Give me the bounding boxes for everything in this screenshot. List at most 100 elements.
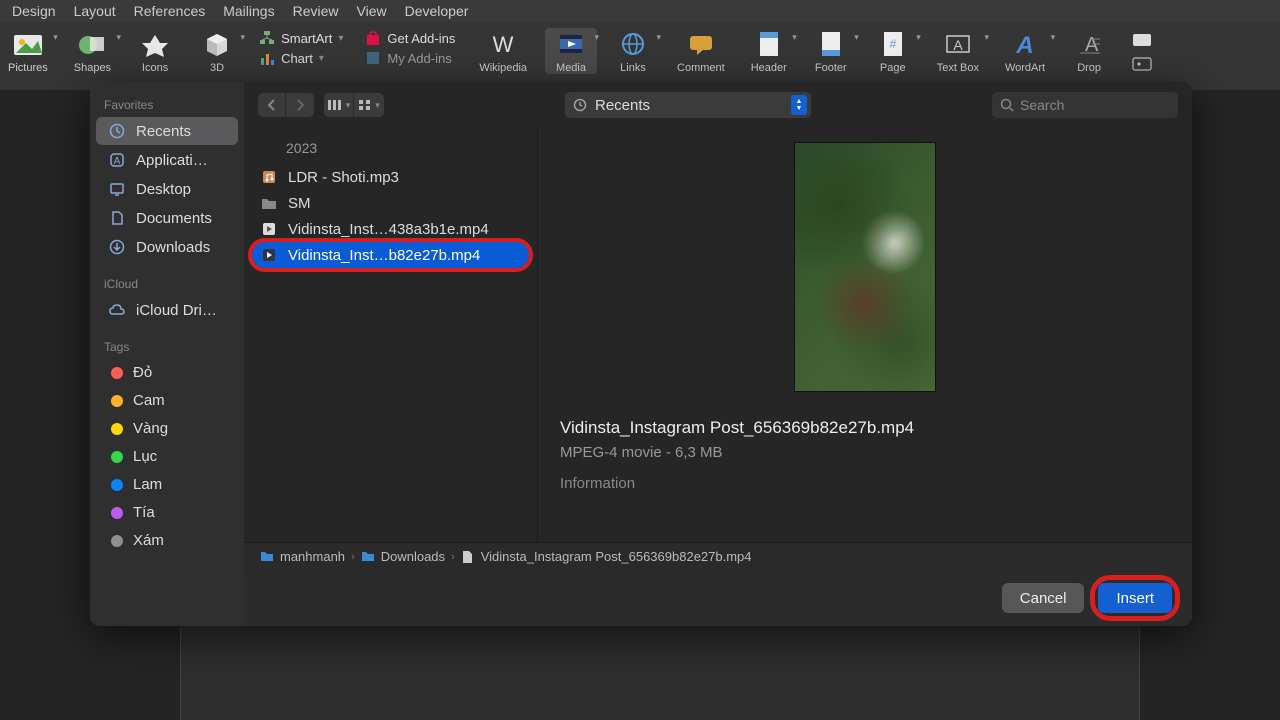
ribbon-pictures[interactable]: ▾Pictures (0, 28, 56, 74)
tag-purple[interactable]: Tía (96, 499, 238, 526)
location-label: Recents (595, 97, 650, 114)
smartart-icon (259, 30, 275, 46)
menu-design[interactable]: Design (12, 3, 56, 19)
preview-subtitle: MPEG-4 movie - 6,3 MB (548, 444, 723, 461)
menu-mailings[interactable]: Mailings (223, 3, 274, 19)
page-icon: # (875, 28, 911, 60)
sidebar-item-downloads[interactable]: Downloads (96, 233, 238, 261)
sidebar-item-documents[interactable]: Documents (96, 204, 238, 232)
app-menu-bar: Design Layout References Mailings Review… (0, 0, 1280, 22)
ribbon-chart[interactable]: Chart▾ (259, 50, 343, 66)
folder-icon (260, 194, 278, 212)
file-row-audio[interactable]: LDR - Shoti.mp3 (244, 164, 537, 190)
media-icon (553, 28, 589, 60)
file-picker-dialog: Favorites Recents AApplicati… Desktop Do… (90, 82, 1192, 626)
svg-text:A: A (953, 37, 963, 53)
ribbon-smartart-chart: SmartArt▾ Chart▾ (253, 28, 349, 68)
view-grid[interactable]: ▾ (354, 93, 384, 117)
comment-icon (683, 28, 719, 60)
links-icon (615, 28, 651, 60)
ribbon-wordart[interactable]: A ▾WordArt (997, 28, 1053, 74)
dropcap-icon: A (1071, 28, 1107, 60)
ribbon-media[interactable]: ▾Media (545, 28, 597, 74)
tags-heading: Tags (90, 334, 244, 358)
location-dropdown[interactable]: Recents ▲▼ (565, 92, 811, 118)
ribbon-shapes[interactable]: ▾Shapes (66, 28, 119, 74)
tag-dot-gray (111, 535, 123, 547)
file-row-video-2-selected[interactable]: Vidinsta_Inst…b82e27b.mp4 (244, 242, 537, 268)
view-mode-segment: ▾ ▾ (324, 93, 384, 117)
tag-dot-purple (111, 507, 123, 519)
nav-buttons (258, 93, 314, 117)
ribbon-smartart[interactable]: SmartArt▾ (259, 30, 343, 46)
cube-icon (199, 28, 235, 60)
ribbon-getaddins[interactable]: Get Add-ins (365, 30, 455, 46)
ribbon-comment[interactable]: Comment (669, 28, 733, 74)
menu-layout[interactable]: Layout (74, 3, 116, 19)
sidebar-item-desktop[interactable]: Desktop (96, 175, 238, 203)
search-icon (1000, 98, 1014, 112)
menu-references[interactable]: References (134, 3, 206, 19)
tag-dot-blue (111, 479, 123, 491)
screen-icon[interactable] (1131, 32, 1153, 50)
preview-thumbnail (794, 142, 936, 392)
back-button[interactable] (258, 93, 286, 117)
forward-button[interactable] (286, 93, 314, 117)
menu-view[interactable]: View (357, 3, 387, 19)
menu-review[interactable]: Review (293, 3, 339, 19)
folder-icon (361, 550, 375, 564)
preview-pane: Vidinsta_Instagram Post_656369b82e27b.mp… (538, 128, 1192, 542)
tag-orange[interactable]: Cam (96, 387, 238, 414)
wordart-icon: A (1007, 28, 1043, 60)
ribbon-links[interactable]: ▾Links (607, 28, 659, 74)
pictures-icon (10, 28, 46, 60)
file-row-folder[interactable]: SM (244, 190, 537, 216)
dialog-sidebar: Favorites Recents AApplicati… Desktop Do… (90, 82, 244, 626)
tag-gray[interactable]: Xám (96, 527, 238, 554)
tag-dot-green (111, 451, 123, 463)
chevron-right-icon (295, 99, 305, 111)
ribbon-drop[interactable]: A Drop (1063, 28, 1115, 74)
header-icon (751, 28, 787, 60)
ribbon-myaddins[interactable]: My Add-ins (365, 50, 455, 66)
file-row-video-1[interactable]: Vidinsta_Inst…438a3b1e.mp4 (244, 216, 537, 242)
ribbon-icons[interactable]: Icons (129, 28, 181, 74)
ribbon-page[interactable]: # ▾Page (867, 28, 919, 74)
ribbon-side-buttons (1125, 28, 1159, 78)
ribbon-footer[interactable]: ▾Footer (805, 28, 857, 74)
path-seg-downloads[interactable]: Downloads (361, 549, 445, 564)
insert-button[interactable]: Insert (1098, 583, 1172, 613)
tag-green[interactable]: Lục (96, 443, 238, 470)
menu-developer[interactable]: Developer (405, 3, 469, 19)
search-input[interactable]: Search (992, 92, 1178, 118)
preview-title: Vidinsta_Instagram Post_656369b82e27b.mp… (548, 418, 914, 438)
path-seg-file[interactable]: Vidinsta_Instagram Post_656369b82e27b.mp… (461, 549, 752, 564)
store-icon (365, 30, 381, 46)
path-seg-user[interactable]: manhmanh (260, 549, 345, 564)
video-file-icon (260, 246, 278, 264)
ribbon-wikipedia[interactable]: W Wikipedia (471, 28, 535, 74)
ribbon-3d[interactable]: ▾3D (191, 28, 243, 74)
view-columns[interactable]: ▾ (324, 93, 354, 117)
audio-file-icon (260, 168, 278, 186)
sidebar-item-icloud[interactable]: iCloud Dri… (96, 296, 238, 324)
tag-blue[interactable]: Lam (96, 471, 238, 498)
doc-icon (108, 209, 126, 227)
sidebar-item-applications[interactable]: AApplicati… (96, 146, 238, 174)
dialog-content: 2023 LDR - Shoti.mp3 SM Vidinsta_Inst…43… (244, 128, 1192, 542)
cancel-button[interactable]: Cancel (1002, 583, 1085, 613)
ribbon-addins: Get Add-ins My Add-ins (359, 28, 461, 68)
clock-icon (573, 98, 587, 112)
file-icon (461, 550, 475, 564)
tag-dot-yellow (111, 423, 123, 435)
folder-icon (260, 550, 274, 564)
tag-yellow[interactable]: Vàng (96, 415, 238, 442)
tag-dot-red (111, 367, 123, 379)
tag-red[interactable]: Đỏ (96, 359, 238, 386)
ribbon-textbox[interactable]: A ▾Text Box (929, 28, 987, 74)
ribbon-header[interactable]: ▾Header (743, 28, 795, 74)
sidebar-item-recents[interactable]: Recents (96, 117, 238, 145)
object-icon[interactable] (1131, 56, 1153, 74)
grid-icon (358, 99, 372, 111)
svg-text:#: # (889, 37, 896, 51)
